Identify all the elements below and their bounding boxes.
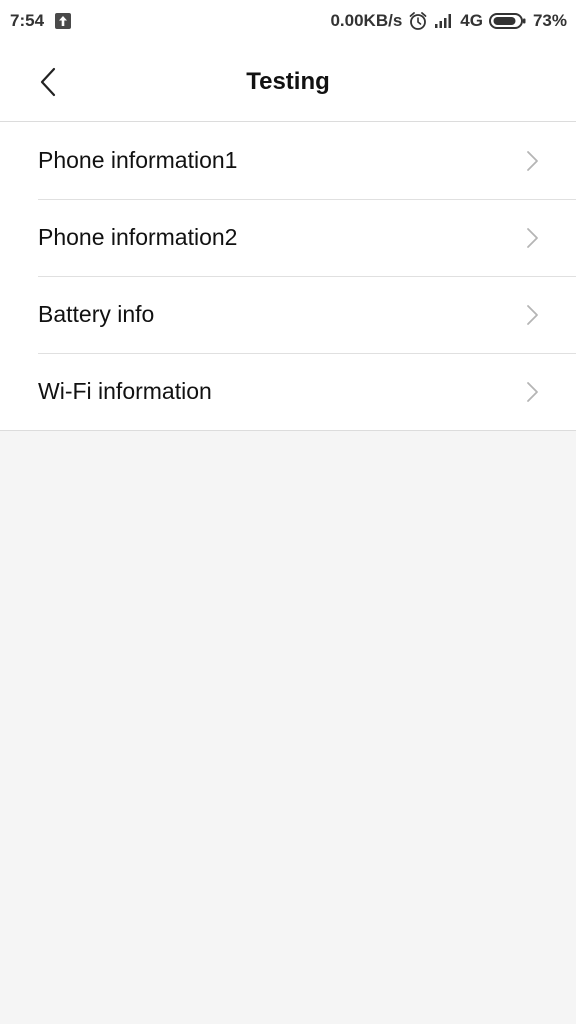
signal-icon (434, 13, 454, 29)
list-item-label: Phone information2 (38, 224, 238, 250)
battery-percent: 73% (532, 11, 567, 30)
list-item-label: Battery info (38, 301, 155, 327)
net-speed: 0.00KB/s (330, 11, 403, 30)
network-type: 4G (460, 11, 483, 30)
chevron-right-icon (527, 304, 538, 325)
list-item-battery-info[interactable]: Battery info (0, 276, 576, 353)
list-item-phone-information2[interactable]: Phone information2 (0, 199, 576, 276)
app-header: Testing (0, 42, 576, 122)
upload-icon (55, 13, 72, 29)
chevron-right-icon (527, 150, 538, 171)
back-button[interactable] (30, 64, 66, 100)
settings-list: Phone information1 Phone information2 Ba… (0, 122, 576, 431)
page-title: Testing (246, 68, 330, 95)
status-time: 7:54 (10, 11, 45, 30)
list-item-phone-information1[interactable]: Phone information1 (0, 122, 576, 199)
chevron-right-icon (527, 227, 538, 248)
battery-icon (488, 12, 527, 30)
status-bar: 7:54 0.00KB/s 4G 73% (0, 0, 576, 42)
chevron-left-icon (40, 67, 56, 97)
list-item-label: Wi-Fi information (38, 378, 212, 404)
chevron-right-icon (527, 381, 538, 402)
list-item-label: Phone information1 (38, 147, 238, 173)
alarm-icon (408, 11, 428, 31)
list-item-wifi-information[interactable]: Wi-Fi information (0, 353, 576, 430)
